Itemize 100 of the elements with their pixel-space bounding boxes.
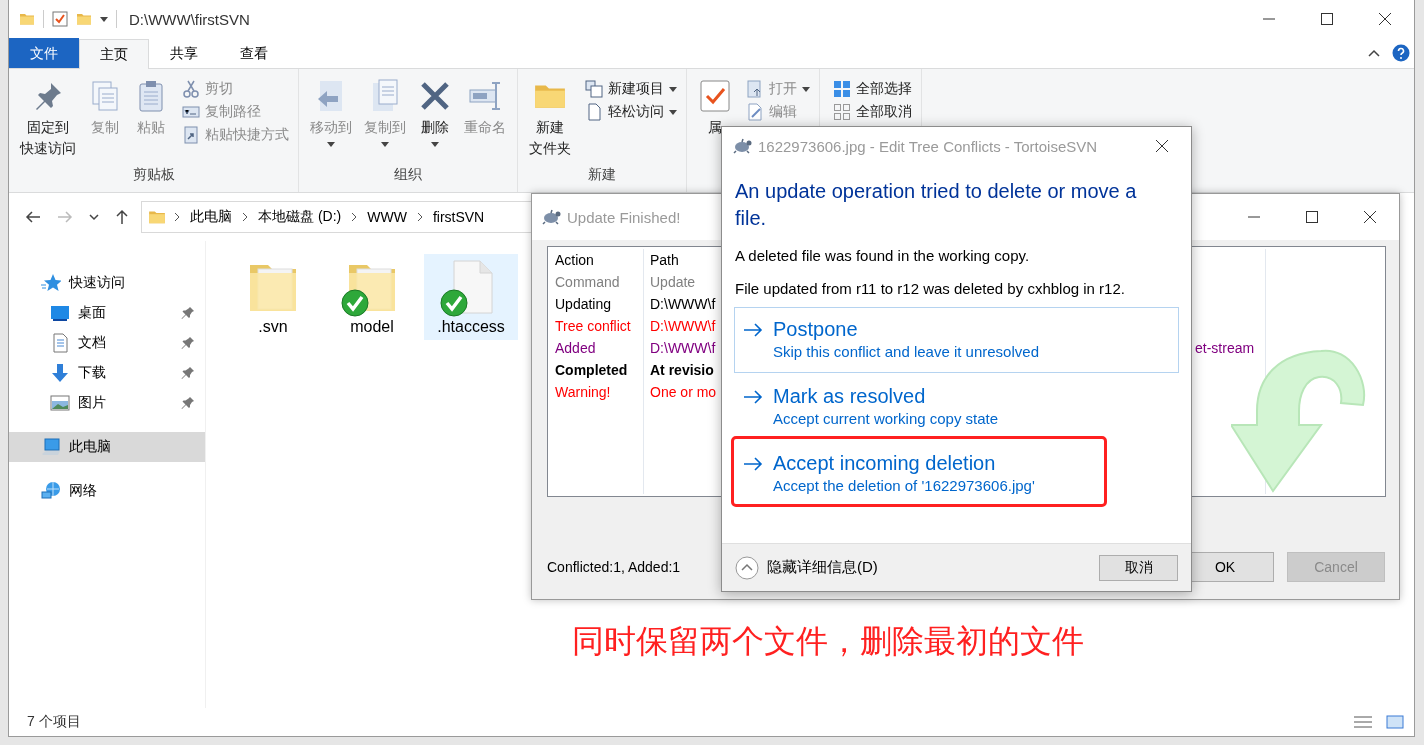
maximize-icon bbox=[1306, 211, 1318, 223]
rename-icon bbox=[468, 79, 502, 113]
chevron-right-icon bbox=[416, 212, 423, 222]
folder-icon bbox=[148, 208, 166, 226]
breadcrumb-item[interactable]: firstSVN bbox=[430, 209, 487, 225]
scissors-icon bbox=[182, 80, 200, 98]
breadcrumb-item[interactable]: 此电脑 bbox=[188, 208, 234, 226]
arrow-right-icon bbox=[743, 457, 763, 471]
ribbon-button[interactable]: 固定到 快速访问 bbox=[15, 73, 81, 166]
table-cell-text: One or mo bbox=[649, 384, 717, 400]
message-text: A deleted file was found in the working copy. bbox=[735, 246, 1031, 265]
table-cell-text: Completed bbox=[554, 362, 628, 378]
turtle-icon bbox=[541, 209, 561, 225]
folder-icon bbox=[76, 11, 92, 27]
maximize-icon bbox=[1321, 13, 1333, 25]
new-item-icon bbox=[585, 80, 603, 98]
nav-item[interactable]: 此电脑 bbox=[9, 432, 205, 462]
window-title: D:\WWW\firstSVN bbox=[129, 10, 250, 28]
arrow-up-icon bbox=[115, 209, 129, 225]
table-cell-text: Tree conflict bbox=[554, 318, 631, 334]
table-cell-text: Command bbox=[554, 274, 620, 290]
file-item[interactable]: .htaccess bbox=[424, 254, 518, 340]
details-toggle[interactable]: 隐藏详细信息(D) bbox=[735, 555, 878, 580]
ribbon-button[interactable]: 属 bbox=[693, 73, 737, 166]
ribbon-button[interactable]: 全部选择 bbox=[830, 79, 915, 99]
nav-item[interactable]: 桌面 bbox=[9, 298, 205, 328]
ribbon-tab[interactable]: 共享 bbox=[149, 38, 219, 68]
folder-icon bbox=[19, 11, 35, 27]
group-label: 组织 bbox=[394, 166, 422, 182]
table-cell-text: At revisio bbox=[649, 362, 714, 378]
monitor-icon bbox=[50, 303, 70, 323]
nav-item[interactable]: 快速访问 bbox=[9, 268, 205, 298]
ribbon-tab[interactable]: 文件 bbox=[9, 38, 79, 68]
close-icon bbox=[1364, 211, 1376, 223]
ribbon-button[interactable]: 新建项目 bbox=[582, 79, 680, 99]
open-icon bbox=[746, 80, 764, 98]
column-header[interactable]: Action bbox=[548, 252, 594, 268]
group-label: 新建 bbox=[588, 166, 616, 182]
table-cell-text: Added bbox=[554, 340, 596, 356]
image-icon bbox=[50, 393, 70, 413]
dialog-button[interactable]: 取消 bbox=[1099, 554, 1178, 581]
summary-text: Conflicted:1, Added:1 bbox=[547, 559, 681, 575]
path-icon bbox=[182, 103, 200, 121]
annotation-caption: 同时保留两个文件，删除最初的文件 bbox=[572, 622, 1084, 661]
ribbon-button[interactable]: 轻松访问 bbox=[582, 102, 680, 122]
chevron-right-icon bbox=[351, 212, 358, 222]
arrow-right-icon bbox=[57, 210, 73, 224]
arrow-left-icon bbox=[25, 210, 41, 224]
edit-icon bbox=[746, 103, 764, 121]
close-icon bbox=[1156, 140, 1168, 152]
star-icon bbox=[41, 273, 61, 293]
turtle-icon bbox=[732, 138, 752, 154]
help-icon bbox=[1392, 44, 1410, 62]
select-all-icon bbox=[833, 80, 851, 98]
item-count: 7 个项目 bbox=[27, 713, 81, 731]
document-icon bbox=[50, 333, 70, 353]
ribbon-button[interactable]: 新建 文件夹 bbox=[524, 73, 576, 166]
chevron-circle-icon bbox=[735, 555, 759, 580]
ribbon-tab[interactable]: 主页 bbox=[79, 39, 149, 69]
checklist-icon bbox=[698, 79, 732, 113]
download-icon bbox=[50, 363, 70, 383]
nav-item[interactable]: 图片 bbox=[9, 388, 205, 418]
checklist-icon bbox=[52, 11, 68, 27]
ribbon-button[interactable]: 删除 bbox=[413, 73, 457, 166]
table-cell: et-stream bbox=[1195, 340, 1255, 356]
breadcrumb-item[interactable]: 本地磁盘 (D:) bbox=[256, 208, 344, 226]
file-item[interactable]: .svn bbox=[226, 254, 320, 340]
select-none-icon bbox=[833, 103, 851, 121]
page-icon bbox=[585, 103, 603, 121]
table-cell-text: Warning! bbox=[554, 384, 611, 400]
group-label: 剪贴板 bbox=[132, 166, 175, 182]
tiles-view-icon bbox=[1386, 715, 1404, 729]
chevron-up-icon bbox=[1368, 49, 1380, 57]
caret-icon bbox=[100, 16, 108, 22]
window-title: 1622973606.jpg - Edit Tree Conflicts - TortoiseSVN bbox=[758, 137, 1098, 155]
nav-item[interactable]: 下载 bbox=[9, 358, 205, 388]
table-cell-text: D:\WWW\f bbox=[649, 340, 716, 356]
table-cell-text: Update bbox=[649, 274, 696, 290]
close-icon bbox=[1379, 13, 1391, 25]
file-item[interactable]: model bbox=[325, 254, 419, 340]
chevron-right-icon bbox=[174, 212, 180, 222]
computer-icon bbox=[41, 437, 61, 457]
table-cell-text: D:\WWW\f bbox=[649, 296, 716, 312]
table-cell-text: Updating bbox=[554, 296, 612, 312]
arrow-right-icon bbox=[743, 390, 763, 404]
nav-item[interactable]: 文档 bbox=[9, 328, 205, 358]
shortcut-icon bbox=[182, 126, 200, 144]
chevron-down-icon bbox=[89, 213, 99, 221]
arrow-right-icon bbox=[743, 323, 763, 337]
nav-item[interactable]: 网络 bbox=[9, 476, 205, 506]
column-header[interactable]: Path bbox=[643, 252, 679, 268]
command-link[interactable]: Postpone Skip this conflict and leave it unresolved bbox=[734, 307, 1179, 373]
ribbon-tab[interactable]: 查看 bbox=[219, 38, 289, 68]
breadcrumb-item[interactable]: WWW bbox=[365, 209, 409, 225]
message-text: File updated from r11 to r12 was deleted by cxhblog in r12. bbox=[735, 279, 1126, 298]
window-title: Update Finished! bbox=[567, 208, 681, 226]
table-cell-text: D:\WWW\f bbox=[649, 318, 716, 334]
ribbon-button[interactable]: 全部取消 bbox=[830, 102, 915, 122]
network-icon bbox=[41, 481, 61, 501]
details-view-icon bbox=[1354, 715, 1372, 729]
